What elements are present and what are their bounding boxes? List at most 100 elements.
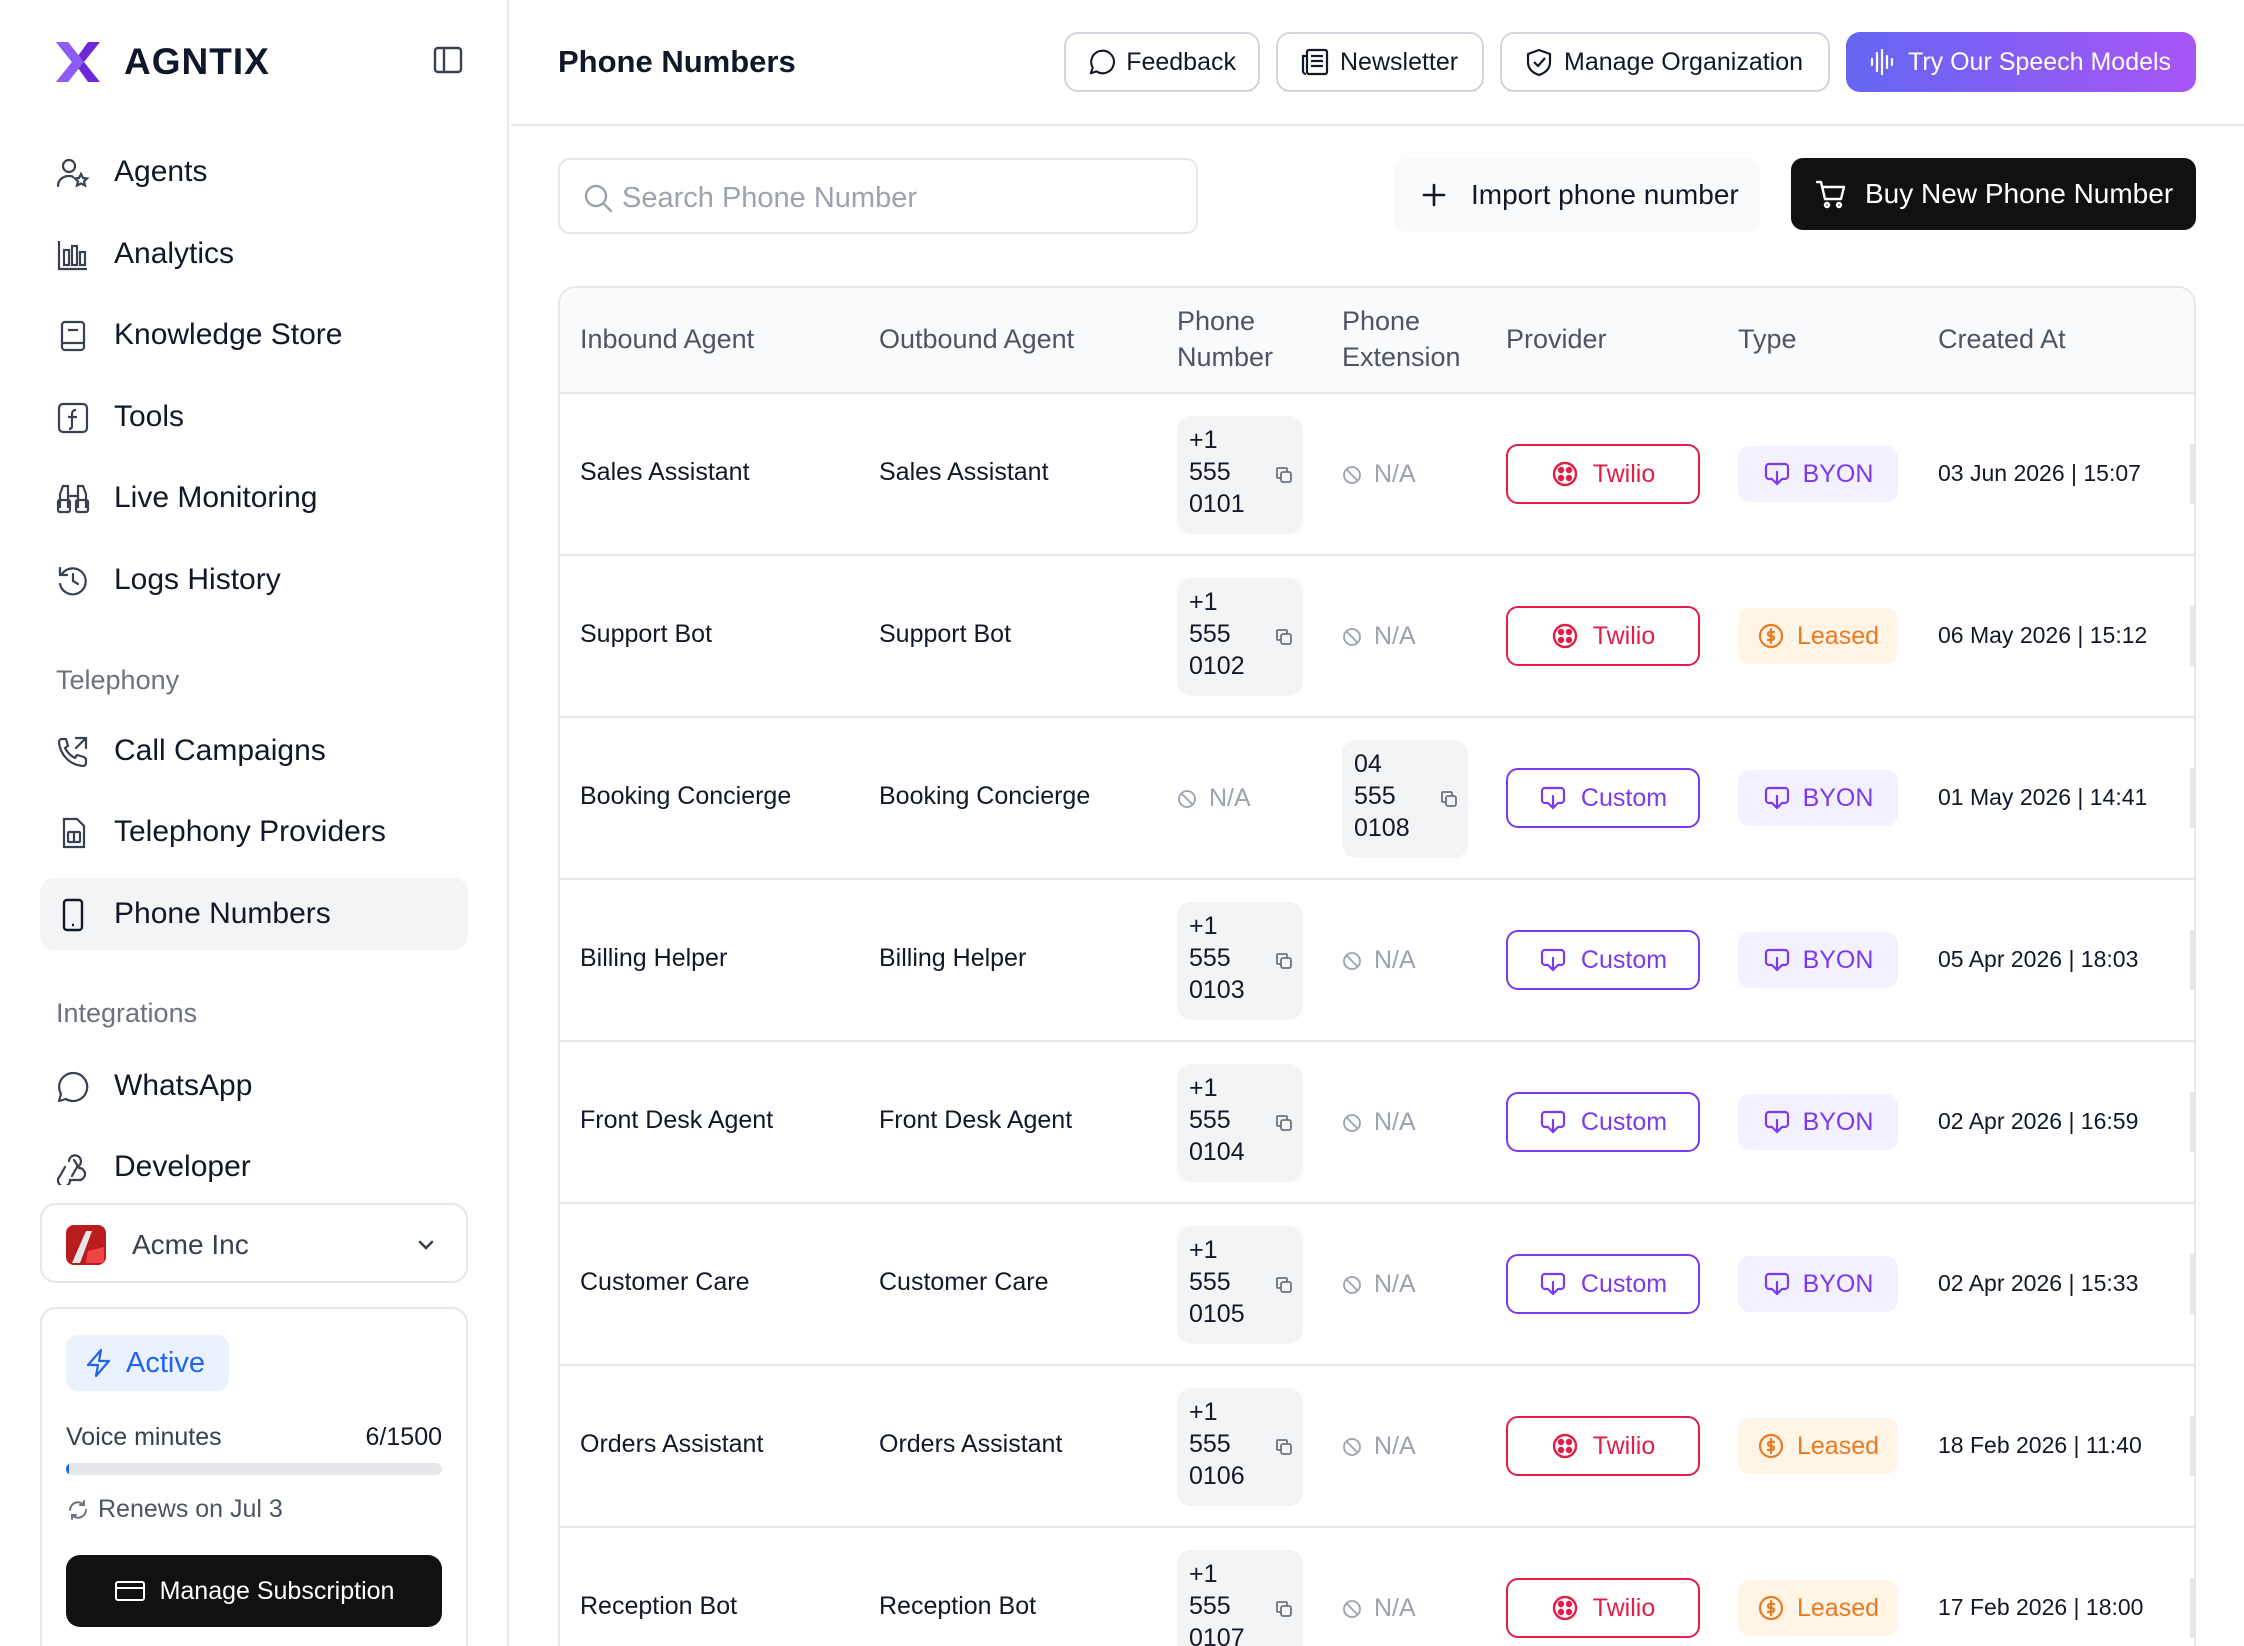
- sidebar-item-developer[interactable]: Developer: [40, 1131, 468, 1203]
- byon-icon: [1764, 1110, 1789, 1134]
- row-actions-edge[interactable]: [2190, 1416, 2194, 1476]
- provider-badge: Twilio: [1506, 1416, 1700, 1476]
- row-actions-edge[interactable]: [2190, 768, 2194, 828]
- shopping-cart-icon: [1815, 180, 1846, 209]
- search-input[interactable]: [622, 174, 1182, 222]
- sidebar-item-agents[interactable]: Agents: [40, 136, 468, 208]
- copy-icon[interactable]: [1275, 1600, 1293, 1618]
- copy-icon[interactable]: [1275, 1438, 1293, 1456]
- inbound-agent-cell: Billing Helper: [580, 944, 728, 972]
- inbound-agent-cell: Front Desk Agent: [580, 1106, 774, 1134]
- try-speech-models-button[interactable]: Try Our Speech Models: [1846, 32, 2196, 92]
- type-label: BYON: [1802, 459, 1874, 488]
- byon-icon: [1764, 462, 1789, 486]
- subscription-status: Active: [126, 1346, 205, 1379]
- agntix-logo-icon: [56, 42, 100, 82]
- sidebar-item-logs-history[interactable]: Logs History: [40, 544, 468, 616]
- row-actions-edge[interactable]: [2190, 606, 2194, 666]
- column-header-type[interactable]: Type: [1738, 321, 1797, 357]
- ban-icon: [1343, 951, 1361, 970]
- phone-outgoing-icon: [57, 736, 88, 768]
- ban-icon: [1343, 1113, 1361, 1132]
- ban-icon: [1343, 1599, 1361, 1618]
- sidebar-item-analytics[interactable]: Analytics: [40, 218, 468, 290]
- column-header-inbound-agent[interactable]: Inbound Agent: [580, 321, 754, 357]
- table-row[interactable]: Billing Helper Billing Helper +1 555 0103 N…: [560, 880, 2194, 1042]
- newsletter-button[interactable]: Newsletter: [1276, 32, 1484, 92]
- phone-number-text: +1 555 0106: [1189, 1398, 1245, 1490]
- table-row[interactable]: Orders Assistant Orders Assistant +1 555 0…: [560, 1366, 2194, 1528]
- type-label: BYON: [1802, 1107, 1874, 1136]
- sidebar-item-label: Agents: [114, 155, 208, 188]
- copy-icon[interactable]: [1275, 1276, 1293, 1294]
- newsletter-label: Newsletter: [1340, 47, 1459, 76]
- buy-new-phone-number-button[interactable]: Buy New Phone Number: [1791, 158, 2196, 230]
- copy-icon[interactable]: [1275, 952, 1293, 970]
- column-header-outbound-agent[interactable]: Outbound Agent: [879, 321, 1074, 357]
- feedback-button[interactable]: Feedback: [1064, 32, 1260, 92]
- copy-icon[interactable]: [1275, 628, 1293, 646]
- sidebar-item-knowledge-store[interactable]: Knowledge Store: [40, 299, 468, 371]
- sidebar-item-live-monitoring[interactable]: Live Monitoring: [40, 462, 468, 534]
- type-badge: BYON: [1738, 1094, 1898, 1150]
- ban-icon: [1343, 627, 1361, 646]
- manage-organization-label: Manage Organization: [1564, 47, 1804, 76]
- manage-organization-button[interactable]: Manage Organization: [1500, 32, 1830, 92]
- logo[interactable]: AGNTIX: [54, 40, 270, 84]
- import-phone-number-label: Import phone number: [1471, 179, 1739, 210]
- integrations-section-label: Integrations: [56, 998, 198, 1028]
- sidebar-item-phone-numbers[interactable]: Phone Numbers: [40, 878, 468, 950]
- phone-extension-na: N/A: [1342, 622, 1416, 651]
- custom-provider-icon: [1540, 948, 1566, 972]
- phone-number-chip: +1 555 0105: [1177, 1226, 1303, 1344]
- sidebar-toggle-button[interactable]: [432, 44, 464, 76]
- column-header-phone-extension[interactable]: Phone Extension: [1342, 303, 1461, 375]
- dollar-circle-icon: [1758, 623, 1784, 649]
- renewal-text: Renews on Jul 3: [98, 1495, 283, 1523]
- sidebar-item-label: Live Monitoring: [114, 481, 318, 514]
- history-icon: [58, 566, 87, 596]
- table-row[interactable]: Front Desk Agent Front Desk Agent +1 555 0…: [560, 1042, 2194, 1204]
- provider-label: Custom: [1580, 1269, 1668, 1298]
- type-badge: Leased: [1738, 608, 1898, 664]
- provider-badge: Custom: [1506, 1254, 1700, 1314]
- row-actions-edge[interactable]: [2190, 1092, 2194, 1152]
- phone-number-chip: +1 555 0107: [1177, 1550, 1303, 1646]
- copy-icon[interactable]: [1440, 790, 1458, 808]
- column-header-phone-number[interactable]: Phone Number: [1177, 303, 1273, 375]
- organization-select[interactable]: Acme Inc: [40, 1203, 468, 1283]
- sidebar-item-telephony-providers[interactable]: Telephony Providers: [40, 796, 468, 868]
- dollar-circle-icon: [1758, 1433, 1784, 1459]
- table-row[interactable]: Customer Care Customer Care +1 555 0105 N/A…: [560, 1204, 2194, 1366]
- table-row[interactable]: Support Bot Support Bot +1 555 0102 N/A Twil…: [560, 556, 2194, 718]
- manage-subscription-button[interactable]: Manage Subscription: [66, 1555, 442, 1627]
- row-actions-edge[interactable]: [2190, 444, 2194, 504]
- outbound-agent-cell: Sales Assistant: [879, 458, 1049, 486]
- table-row[interactable]: Booking Concierge Booking Concierge N/A 04 …: [560, 718, 2194, 880]
- provider-badge: Custom: [1506, 768, 1700, 828]
- na-label: N/A: [1374, 946, 1416, 974]
- smartphone-icon: [62, 898, 84, 932]
- table-row[interactable]: Sales Assistant Sales Assistant +1 555 010…: [560, 394, 2194, 556]
- chevron-down-icon: [418, 1240, 434, 1250]
- type-badge: BYON: [1738, 446, 1898, 502]
- column-header-provider[interactable]: Provider: [1506, 321, 1607, 357]
- import-phone-number-button[interactable]: Import phone number: [1395, 158, 1760, 232]
- copy-icon[interactable]: [1275, 466, 1293, 484]
- column-header-created-at[interactable]: Created At: [1938, 321, 2066, 357]
- row-actions-edge[interactable]: [2190, 1254, 2194, 1314]
- row-actions-edge[interactable]: [2190, 1578, 2194, 1638]
- dollar-circle-icon: [1758, 1595, 1784, 1621]
- sidebar-item-tools[interactable]: Tools: [40, 381, 468, 453]
- app-name: AGNTIX: [124, 41, 270, 82]
- type-label: Leased: [1796, 1431, 1880, 1460]
- row-actions-edge[interactable]: [2190, 930, 2194, 990]
- provider-badge: Twilio: [1506, 606, 1700, 666]
- outbound-agent-cell: Orders Assistant: [879, 1430, 1063, 1458]
- table-row[interactable]: Reception Bot Reception Bot +1 555 0107 N/A…: [560, 1528, 2194, 1646]
- provider-label: Twilio: [1592, 621, 1656, 650]
- copy-icon[interactable]: [1275, 1114, 1293, 1132]
- sidebar-item-call-campaigns[interactable]: Call Campaigns: [40, 715, 468, 787]
- inbound-agent-cell: Sales Assistant: [580, 458, 750, 486]
- sidebar-item-whatsapp[interactable]: WhatsApp: [40, 1050, 468, 1122]
